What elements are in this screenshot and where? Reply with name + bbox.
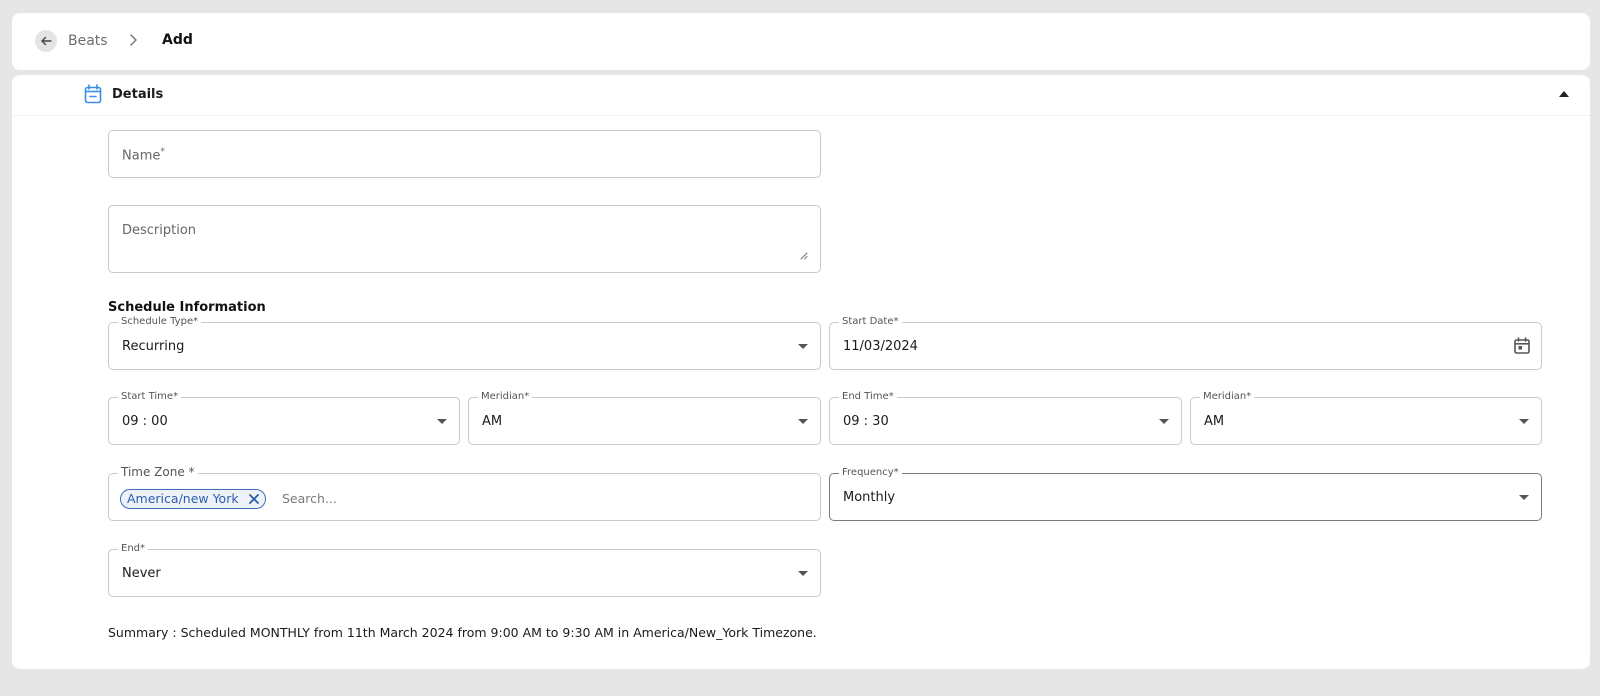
frequency-value: Monthly <box>843 490 896 505</box>
description-textarea[interactable]: Description <box>108 205 821 273</box>
end-time-select[interactable]: End Time* 09 : 30 <box>829 391 1182 445</box>
breadcrumb-bar: Beats Add <box>12 13 1590 70</box>
details-title: Details <box>112 87 164 102</box>
end-time-label: End Time* <box>839 391 897 403</box>
time-zone-label: Time Zone * <box>118 465 198 479</box>
dropdown-arrow-icon <box>1159 419 1169 424</box>
resize-handle-icon[interactable] <box>800 252 808 260</box>
page-title: Add <box>162 32 193 48</box>
name-placeholder: Name* <box>122 147 165 164</box>
chevron-right-icon <box>130 34 137 46</box>
arrow-left-icon <box>41 36 52 46</box>
dropdown-arrow-icon <box>1519 495 1529 500</box>
start-time-select[interactable]: Start Time* 09 : 00 <box>108 391 460 445</box>
close-icon[interactable] <box>248 493 260 505</box>
time-zone-field[interactable]: Time Zone * America/new York Search... <box>108 465 821 521</box>
end-value: Never <box>122 566 161 581</box>
details-card: Details Name* Description Schedule Infor… <box>12 75 1590 669</box>
dropdown-arrow-icon <box>798 419 808 424</box>
dropdown-arrow-icon <box>798 344 808 349</box>
schedule-type-select[interactable]: Schedule Type* Recurring <box>108 316 821 370</box>
end-time-value: 09 : 30 <box>843 414 889 429</box>
start-time-label: Start Time* <box>118 391 182 403</box>
schedule-type-label: Schedule Type* <box>118 316 202 328</box>
dropdown-arrow-icon <box>1519 419 1529 424</box>
start-meridian-label: Meridian* <box>478 391 533 403</box>
schedule-section-title: Schedule Information <box>108 300 266 315</box>
end-meridian-value: AM <box>1204 414 1225 429</box>
start-date-field[interactable]: Start Date* 11/03/2024 <box>829 316 1542 370</box>
name-field[interactable]: Name* <box>108 130 821 178</box>
schedule-type-value: Recurring <box>122 339 185 354</box>
time-zone-chip: America/new York <box>120 489 266 509</box>
calendar-icon <box>84 84 102 104</box>
start-meridian-select[interactable]: Meridian* AM <box>468 391 821 445</box>
start-time-value: 09 : 00 <box>122 414 168 429</box>
schedule-summary: Summary : Scheduled MONTHLY from 11th Ma… <box>108 625 817 640</box>
end-select[interactable]: End* Never <box>108 543 821 597</box>
end-label: End* <box>118 543 149 555</box>
dropdown-arrow-icon <box>437 419 447 424</box>
end-meridian-label: Meridian* <box>1200 391 1255 403</box>
caret-up-icon[interactable] <box>1559 91 1569 97</box>
details-header[interactable]: Details <box>12 75 1590 116</box>
time-zone-chip-label: America/new York <box>127 491 239 506</box>
start-meridian-value: AM <box>482 414 503 429</box>
end-meridian-select[interactable]: Meridian* AM <box>1190 391 1542 445</box>
time-zone-search-input[interactable]: Search... <box>282 489 432 509</box>
frequency-select[interactable]: Frequency* Monthly <box>829 467 1542 521</box>
start-date-value: 11/03/2024 <box>843 339 918 354</box>
breadcrumb-beats-link[interactable]: Beats <box>68 33 108 49</box>
description-placeholder: Description <box>122 223 197 238</box>
dropdown-arrow-icon <box>798 571 808 576</box>
frequency-label: Frequency* <box>839 467 902 479</box>
start-date-label: Start Date* <box>839 316 902 328</box>
back-button[interactable] <box>35 30 57 52</box>
calendar-picker-icon[interactable] <box>1513 337 1531 355</box>
